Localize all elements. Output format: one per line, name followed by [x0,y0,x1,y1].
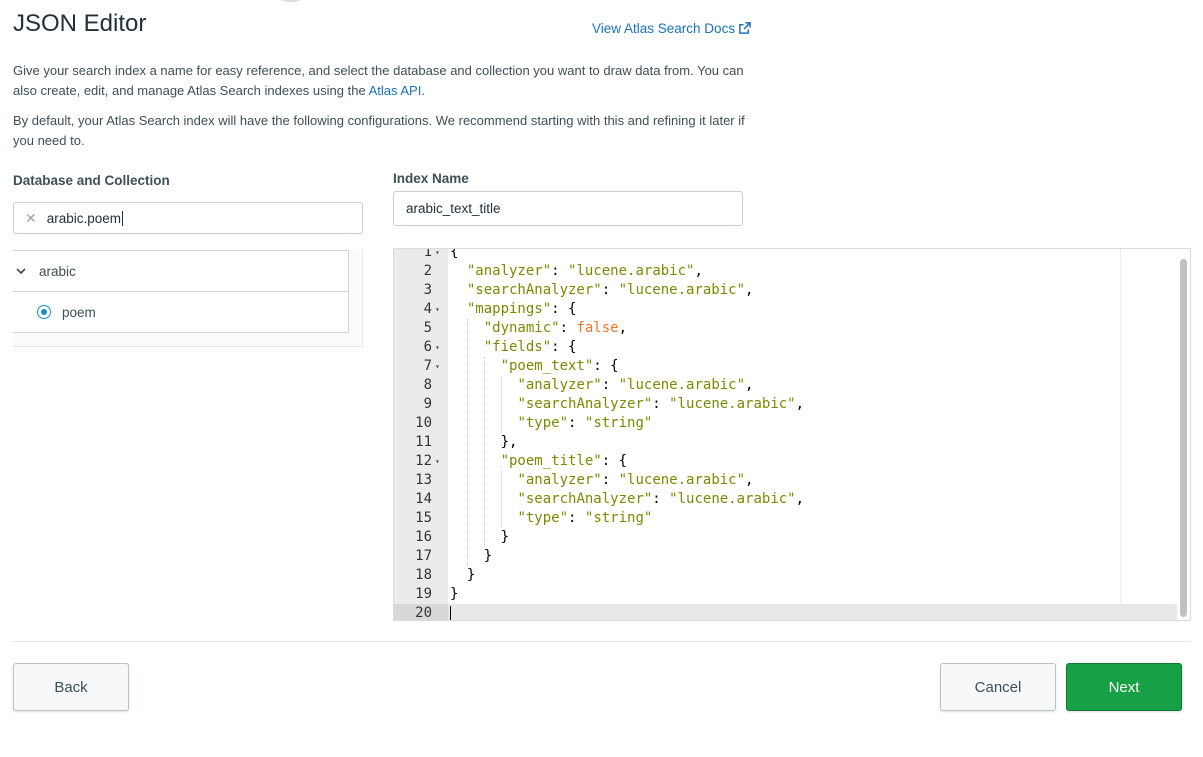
line-number: 20 [415,605,432,621]
line-number: 16 [415,529,432,545]
tree-item-collection[interactable]: poem [13,292,348,332]
editor-scrollbar[interactable] [1180,259,1187,617]
code-line: "analyzer": "lucene.arabic", [517,377,754,393]
footer-divider [13,641,1191,642]
line-number: 1 [423,248,432,260]
line-number: 12 [415,453,432,469]
fold-toggle-icon[interactable]: ▾ [435,357,443,376]
line-number: 4 [423,301,432,317]
database-collection-label: Database and Collection [13,173,170,188]
code-line: } [450,567,476,583]
code-line: "dynamic": false, [483,320,628,336]
index-name-input[interactable]: arabic_text_title [393,191,743,226]
defaults-paragraph: By default, your Atlas Search index will… [13,113,745,148]
line-number: 13 [415,472,432,488]
line-number: 15 [415,510,432,526]
code-line: } [450,548,493,564]
code-line: } [450,586,459,602]
code-line: "poem_title": { [500,453,628,469]
back-button[interactable]: Back [13,663,129,711]
next-button[interactable]: Next [1066,663,1182,711]
radio-selected-icon[interactable] [37,305,51,319]
code-line: "mappings": { [466,301,577,317]
line-number: 3 [423,282,432,298]
line-number: 9 [423,396,432,412]
line-number: 2 [423,263,432,279]
fold-toggle-icon[interactable]: ▾ [435,300,443,319]
intro-paragraph: Give your search index a name for easy r… [13,63,744,98]
line-number: 19 [415,586,432,602]
code-line: "searchAnalyzer": "lucene.arabic", [517,396,805,412]
collection-name: poem [62,304,96,320]
code-line: "type": "string" [517,510,653,526]
index-name-value: arabic_text_title [406,201,501,216]
code-line: "fields": { [483,339,577,355]
database-name: arabic [39,263,76,279]
code-line: "searchAnalyzer": "lucene.arabic", [466,282,754,298]
line-number: 11 [415,434,432,450]
decorative-shadow [280,0,302,2]
text-cursor [450,606,451,620]
line-number: 6 [423,339,432,355]
collection-tree-panel: arabic poem [13,250,349,333]
collection-tree: arabic poem [13,250,363,347]
page-title: JSON Editor [13,10,147,37]
code-line: } [450,529,510,545]
tree-item-database[interactable]: arabic [13,251,348,292]
collection-search-value: arabic.poem [46,210,122,226]
fold-toggle-icon[interactable]: ▾ [435,338,443,357]
line-number: 17 [415,548,432,564]
code-line: "analyzer": "lucene.arabic", [466,263,703,279]
line-number: 7 [423,358,432,374]
docs-link-label: View Atlas Search Docs [592,21,736,36]
line-number: 8 [423,377,432,393]
print-margin [1120,249,1121,620]
line-number: 5 [423,320,432,336]
code-line: "type": "string" [517,415,653,431]
line-number: 14 [415,491,432,507]
active-line-highlight [394,604,1177,620]
text-caret [122,210,124,226]
index-name-label: Index Name [393,171,469,186]
code-line: }, [450,434,518,450]
database-collection-search[interactable]: ✕ arabic.poem [13,202,363,234]
atlas-search-docs-link[interactable]: View Atlas Search Docs [592,21,751,36]
cancel-button[interactable]: Cancel [940,663,1056,711]
code-line: "searchAnalyzer": "lucene.arabic", [517,491,805,507]
fold-toggle-icon[interactable]: ▾ [435,452,443,471]
atlas-api-link[interactable]: Atlas API [369,83,422,98]
line-number: 18 [415,567,432,583]
clear-icon[interactable]: ✕ [25,210,37,227]
json-code-editor[interactable]: 1 ▾{2 "analyzer": "lucene.arabic", 3 "sear… [393,248,1191,621]
code-line: "analyzer": "lucene.arabic", [517,472,754,488]
line-number: 10 [415,415,432,431]
code-line: "poem_text": { [500,358,619,374]
code-line: { [450,248,459,260]
chevron-down-icon [16,268,26,275]
external-link-icon [739,22,751,34]
fold-toggle-icon[interactable]: ▾ [435,249,443,262]
